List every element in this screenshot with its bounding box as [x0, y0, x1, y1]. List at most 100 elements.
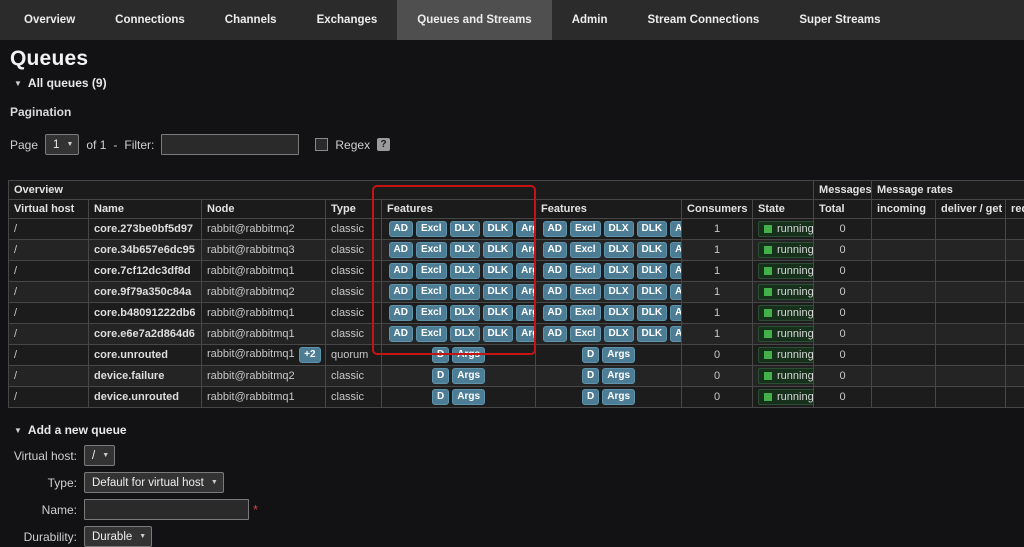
feature-badge-dlx: DLX [450, 263, 480, 279]
nav-tab-overview[interactable]: Overview [4, 0, 95, 40]
rate-incoming-cell [872, 345, 936, 366]
feature-badge-dlk: DLK [483, 305, 514, 321]
queue-name-cell[interactable]: core.273be0bf5d97 [89, 219, 202, 240]
nav-tab-admin[interactable]: Admin [552, 0, 628, 40]
add-queue-form: Virtual host: / ▼ Type: Default for virt… [0, 445, 1024, 547]
messages-total-cell: 0 [814, 387, 872, 408]
page-select[interactable]: 1 ▼ [45, 134, 79, 155]
dash-separator: - [113, 138, 117, 152]
add-queue-toggle[interactable]: ▼ Add a new queue [14, 423, 1024, 437]
feature-badge-excl: Excl [416, 242, 447, 258]
feature-badge-dlk: DLK [637, 305, 668, 321]
column-header-total-8[interactable]: Total [814, 200, 872, 219]
feature-badge-d: D [432, 347, 449, 363]
queue-name-cell[interactable]: device.unrouted [89, 387, 202, 408]
state-badge: running [758, 305, 814, 321]
chevron-down-icon: ▼ [102, 452, 109, 459]
nav-tab-super-streams[interactable]: Super Streams [779, 0, 900, 40]
column-header-features-4[interactable]: Features [382, 200, 536, 219]
column-header-incoming-9[interactable]: incoming [872, 200, 936, 219]
column-header-red-11[interactable]: red [1006, 200, 1024, 219]
queue-name-cell[interactable]: core.b48091222db6 [89, 303, 202, 324]
feature-badge-dlk: DLK [483, 221, 514, 237]
help-icon[interactable]: ? [377, 138, 390, 151]
rate-deliver-get-cell [936, 219, 1006, 240]
feature-badge-excl: Excl [416, 326, 447, 342]
state-cell: running [753, 261, 814, 282]
messages-total-cell: 0 [814, 282, 872, 303]
queue-type-select[interactable]: Default for virtual host ▼ [84, 472, 224, 493]
state-cell: running [753, 366, 814, 387]
feature-badge-excl: Excl [570, 263, 601, 279]
rate-incoming-cell [872, 240, 936, 261]
feature-badge-dlx: DLX [604, 221, 634, 237]
rate-redelivered-cell [1006, 303, 1024, 324]
running-indicator-icon [764, 267, 772, 275]
feature-badge-args: Args [452, 368, 485, 384]
feature-badge-excl: Excl [570, 242, 601, 258]
state-badge: running [758, 284, 814, 300]
feature-badge-ad: AD [389, 242, 413, 258]
durability-select[interactable]: Durable ▼ [84, 526, 152, 547]
feature-badge-dlx: DLX [450, 242, 480, 258]
all-queues-toggle[interactable]: ▼ All queues (9) [14, 76, 1024, 90]
page-label: Page [10, 138, 38, 152]
queue-name-input[interactable] [84, 499, 249, 520]
features-cell: DArgs [536, 366, 682, 387]
feature-badge-dlx: DLX [604, 242, 634, 258]
feature-badge-ad: AD [543, 326, 567, 342]
column-header-virtual-host-0[interactable]: Virtual host [9, 200, 89, 219]
features-cell: DArgs [536, 345, 682, 366]
column-header-name-1[interactable]: Name [89, 200, 202, 219]
collapse-triangle-icon: ▼ [14, 79, 22, 88]
virtual-host-select[interactable]: / ▼ [84, 445, 115, 466]
queue-name-cell[interactable]: core.9f79a350c84a [89, 282, 202, 303]
feature-badge-ad: AD [543, 221, 567, 237]
column-header-deliver-get-10[interactable]: deliver / get [936, 200, 1006, 219]
features-cell: ADExclDLXDLKArgs [382, 261, 536, 282]
rate-incoming-cell [872, 366, 936, 387]
feature-badge-args: Args [516, 326, 535, 342]
queue-name-cell[interactable]: core.e6e7a2d864d6 [89, 324, 202, 345]
filter-input[interactable] [161, 134, 299, 155]
nav-tab-exchanges[interactable]: Exchanges [297, 0, 398, 40]
column-header-type-3[interactable]: Type [326, 200, 382, 219]
state-badge: running [758, 326, 814, 342]
state-badge: running [758, 389, 814, 405]
feature-badge-excl: Excl [570, 284, 601, 300]
feature-badge-dlx: DLX [604, 305, 634, 321]
queue-name-cell[interactable]: device.failure [89, 366, 202, 387]
features-cell: DArgs [382, 366, 536, 387]
queue-name-cell[interactable]: core.unrouted [89, 345, 202, 366]
column-header-consumers-6[interactable]: Consumers [682, 200, 753, 219]
regex-checkbox[interactable] [315, 138, 328, 151]
vhost-cell: / [9, 240, 89, 261]
nav-tab-queues-and-streams[interactable]: Queues and Streams [397, 0, 551, 40]
rate-redelivered-cell [1006, 261, 1024, 282]
column-header-features-5[interactable]: Features [536, 200, 682, 219]
chevron-down-icon: ▼ [211, 479, 218, 486]
rate-deliver-get-cell [936, 387, 1006, 408]
node-cell: rabbit@rabbitmq1 [202, 324, 326, 345]
group-header-overview: Overview [9, 181, 814, 200]
queue-name-cell[interactable]: core.7cf12dc3df8d [89, 261, 202, 282]
nav-tab-channels[interactable]: Channels [205, 0, 297, 40]
queue-row: /core.34b657e6dc95rabbit@rabbitmq3classi… [9, 240, 1024, 261]
rate-deliver-get-cell [936, 366, 1006, 387]
running-indicator-icon [764, 393, 772, 401]
node-plus-badge: +2 [299, 347, 320, 363]
column-header-node-2[interactable]: Node [202, 200, 326, 219]
feature-badge-d: D [582, 389, 599, 405]
state-label: running [777, 328, 814, 340]
nav-tab-connections[interactable]: Connections [95, 0, 205, 40]
column-header-state-7[interactable]: State [753, 200, 814, 219]
queue-name-cell[interactable]: core.34b657e6dc95 [89, 240, 202, 261]
rate-deliver-get-cell [936, 282, 1006, 303]
rate-incoming-cell [872, 387, 936, 408]
running-indicator-icon [764, 351, 772, 359]
feature-badge-args: Args [516, 263, 535, 279]
running-indicator-icon [764, 309, 772, 317]
vhost-cell: / [9, 345, 89, 366]
collapse-triangle-icon: ▼ [14, 426, 22, 435]
nav-tab-stream-connections[interactable]: Stream Connections [627, 0, 779, 40]
